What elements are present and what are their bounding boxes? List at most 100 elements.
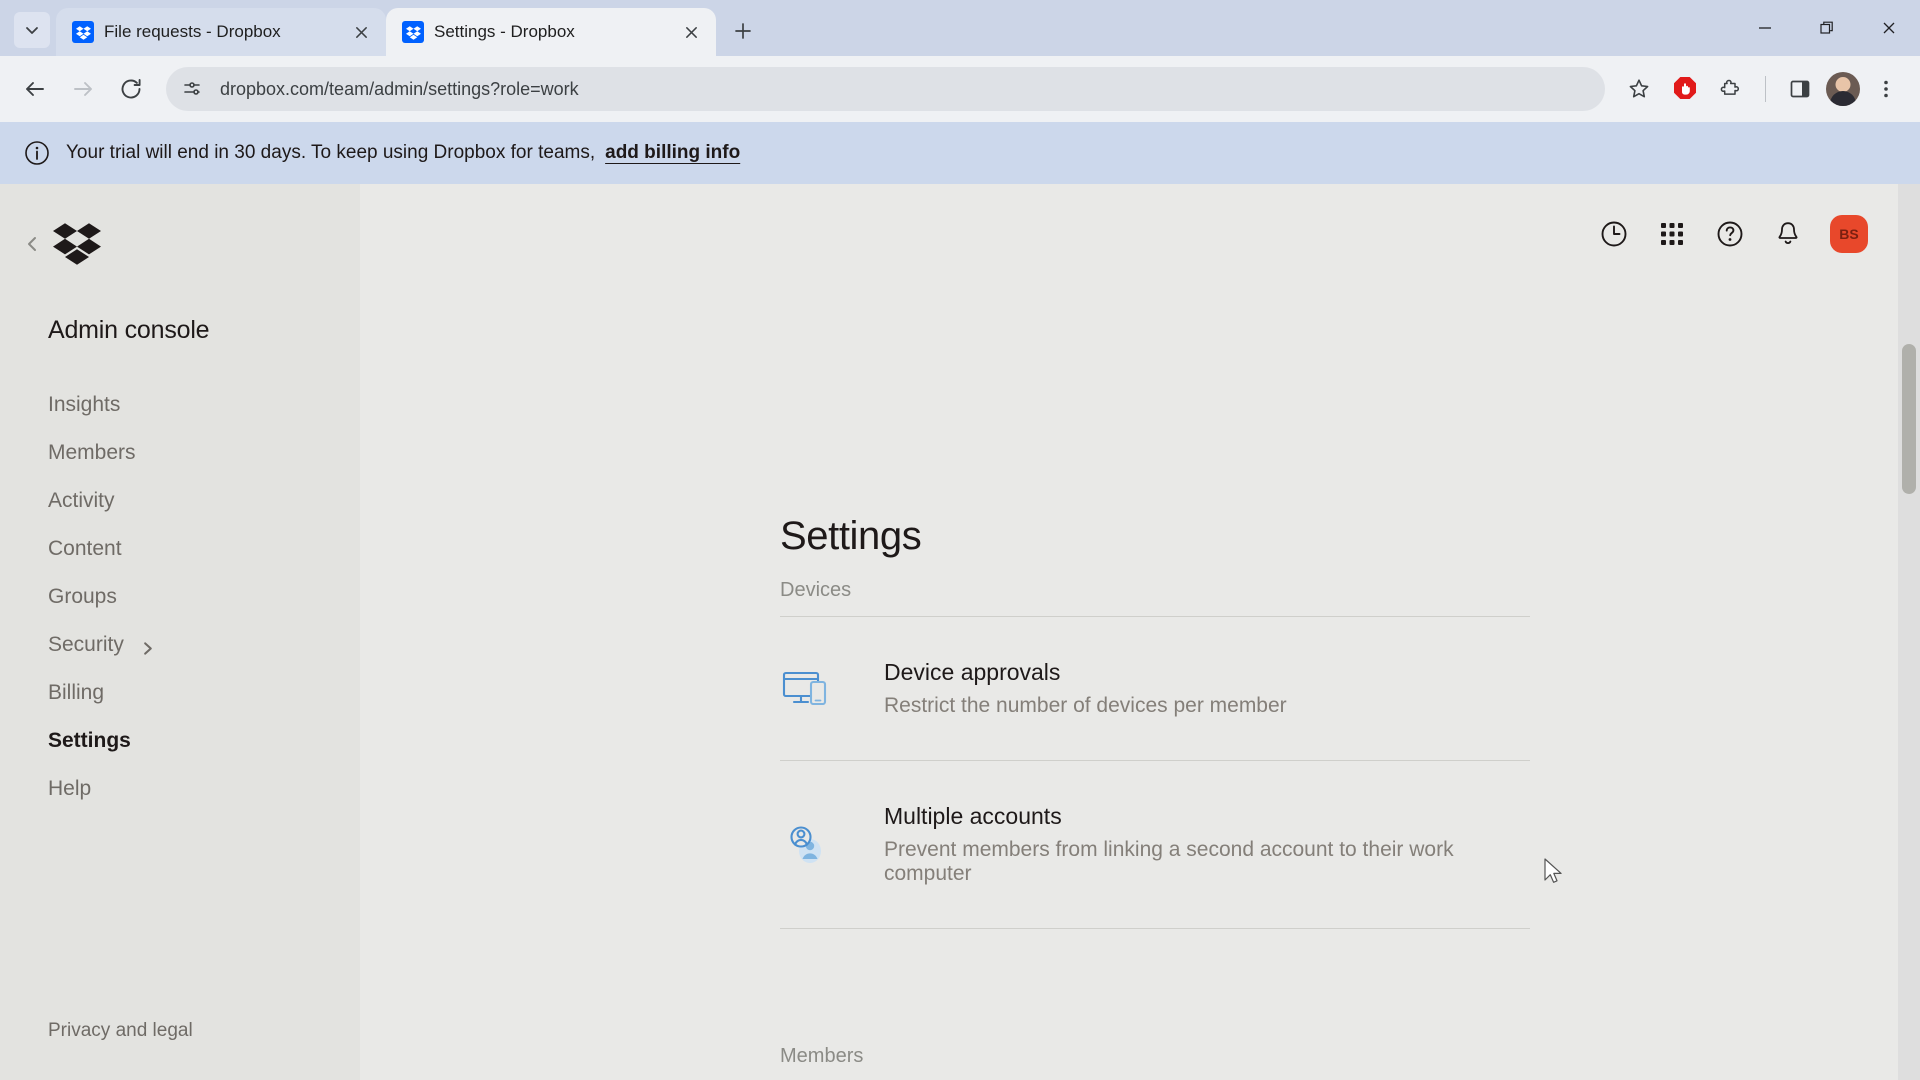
page-title: Settings bbox=[780, 514, 922, 558]
bell-icon[interactable] bbox=[1772, 218, 1804, 250]
sidebar-item-members[interactable]: Members bbox=[0, 429, 360, 477]
tab-file-requests[interactable]: File requests - Dropbox bbox=[56, 8, 386, 56]
dropbox-logo[interactable] bbox=[52, 222, 102, 266]
forward-button[interactable] bbox=[62, 68, 104, 110]
extensions-button[interactable] bbox=[1711, 69, 1751, 109]
sidebar-logo-row bbox=[0, 212, 360, 276]
back-button[interactable] bbox=[14, 68, 56, 110]
sidebar-item-security[interactable]: Security bbox=[0, 621, 360, 669]
tab-settings[interactable]: Settings - Dropbox bbox=[386, 8, 716, 56]
tab-title: File requests - Dropbox bbox=[104, 22, 281, 41]
sidebar-item-label: Insights bbox=[48, 393, 121, 416]
sidebar-item-insights[interactable]: Insights bbox=[0, 381, 360, 429]
help-circle-icon[interactable] bbox=[1714, 218, 1746, 250]
sidebar-item-label: Content bbox=[48, 537, 122, 560]
info-circle-icon bbox=[24, 140, 50, 166]
setting-title: Multiple accounts bbox=[884, 803, 1062, 829]
setting-description: Restrict the number of devices per membe… bbox=[884, 694, 1287, 717]
monitor-phone-icon bbox=[780, 662, 834, 716]
close-icon bbox=[1883, 22, 1895, 34]
tab-strip: File requests - Dropbox Settings - Dropb… bbox=[0, 0, 1920, 56]
sidebar-item-content[interactable]: Content bbox=[0, 525, 360, 573]
sidebar-item-billing[interactable]: Billing bbox=[0, 669, 360, 717]
maximize-button[interactable] bbox=[1796, 0, 1858, 56]
sidebar-item-label: Groups bbox=[48, 585, 117, 608]
minimize-button[interactable] bbox=[1734, 0, 1796, 56]
address-bar[interactable]: dropbox.com/team/admin/settings?role=wor… bbox=[166, 67, 1605, 111]
chrome-menu-button[interactable] bbox=[1866, 69, 1906, 109]
chevron-right-icon bbox=[140, 638, 155, 655]
chevron-down-icon bbox=[26, 27, 38, 34]
sidebar-item-label: Settings bbox=[48, 729, 131, 752]
section-label: Devices bbox=[780, 579, 852, 601]
content-header: BS bbox=[360, 184, 1920, 284]
sidebar-item-label: Members bbox=[48, 441, 136, 464]
scrollbar-thumb[interactable] bbox=[1902, 344, 1916, 494]
sidebar-item-label: Billing bbox=[48, 681, 105, 704]
setting-title: Device approvals bbox=[884, 659, 1061, 685]
clock-icon[interactable] bbox=[1598, 218, 1630, 250]
forward-arrow-icon bbox=[74, 82, 92, 96]
setting-row-text: Multiple accounts Prevent members from l… bbox=[884, 803, 1530, 886]
settings-scroll-area: Devices Device approvals Restrict the nu… bbox=[360, 579, 1920, 1080]
close-icon[interactable] bbox=[678, 19, 704, 45]
sidebar-item-groups[interactable]: Groups bbox=[0, 573, 360, 621]
toolbar-divider bbox=[1765, 76, 1766, 102]
sidebar: Admin console Insights Members Activity … bbox=[0, 184, 360, 1080]
plus-icon bbox=[735, 23, 751, 39]
side-panel-button[interactable] bbox=[1780, 69, 1820, 109]
adblock-icon bbox=[1674, 77, 1696, 99]
sidebar-item-activity[interactable]: Activity bbox=[0, 477, 360, 525]
setting-row-text: Device approvals Restrict the number of … bbox=[884, 659, 1287, 718]
setting-row-device-approvals[interactable]: Device approvals Restrict the number of … bbox=[780, 617, 1530, 761]
sidebar-item-label: Security bbox=[48, 633, 124, 656]
puzzle-piece-icon bbox=[1720, 79, 1740, 95]
page-scrollbar[interactable] bbox=[1898, 184, 1920, 1080]
dropbox-favicon bbox=[402, 21, 424, 43]
privacy-and-legal-link[interactable]: Privacy and legal bbox=[0, 1020, 360, 1042]
browser-window: File requests - Dropbox Settings - Dropb… bbox=[0, 0, 1920, 1080]
reload-icon bbox=[121, 79, 141, 99]
admin-console-title: Admin console bbox=[48, 316, 210, 344]
window-controls bbox=[1734, 0, 1920, 56]
section-members: Members M bbox=[360, 1045, 1920, 1080]
reload-button[interactable] bbox=[110, 68, 152, 110]
close-icon[interactable] bbox=[348, 19, 374, 45]
adblock-button[interactable] bbox=[1665, 69, 1705, 109]
sidebar-item-label: Activity bbox=[48, 489, 115, 512]
bookmark-button[interactable] bbox=[1619, 69, 1659, 109]
section-devices: Devices Device approvals Restrict the nu… bbox=[360, 579, 1920, 929]
trial-banner-text: Your trial will end in 30 days. To keep … bbox=[66, 142, 740, 164]
setting-description: Prevent members from linking a second ac… bbox=[884, 838, 1454, 885]
sidebar-item-label: Help bbox=[48, 777, 92, 800]
sidebar-item-help[interactable]: Help bbox=[0, 765, 360, 813]
url-text: dropbox.com/team/admin/settings?role=wor… bbox=[220, 78, 579, 99]
section-label: Members bbox=[780, 1045, 864, 1067]
side-panel-icon bbox=[1790, 80, 1810, 98]
star-icon bbox=[1629, 79, 1649, 98]
close-window-button[interactable] bbox=[1858, 0, 1920, 56]
add-billing-info-link[interactable]: add billing info bbox=[605, 142, 740, 164]
browser-toolbar: dropbox.com/team/admin/settings?role=wor… bbox=[0, 56, 1920, 122]
dropbox-favicon bbox=[72, 21, 94, 43]
tab-search-button[interactable] bbox=[14, 12, 50, 48]
restore-icon bbox=[1820, 21, 1833, 34]
trial-banner: Your trial will end in 30 days. To keep … bbox=[0, 122, 1920, 184]
back-arrow-icon bbox=[26, 82, 44, 96]
tab-title: Settings - Dropbox bbox=[434, 22, 575, 41]
profile-avatar[interactable] bbox=[1826, 72, 1860, 106]
app-grid-icon[interactable] bbox=[1656, 218, 1688, 250]
trial-message: Your trial will end in 30 days. To keep … bbox=[66, 142, 596, 163]
dropbox-admin-page: Admin console Insights Members Activity … bbox=[0, 184, 1920, 1080]
chevron-left-icon[interactable] bbox=[22, 234, 42, 254]
sidebar-nav: Insights Members Activity Content Groups… bbox=[0, 381, 360, 813]
sidebar-item-settings[interactable]: Settings bbox=[0, 717, 360, 765]
new-tab-button[interactable] bbox=[724, 12, 762, 50]
setting-row-multiple-accounts[interactable]: Multiple accounts Prevent members from l… bbox=[780, 761, 1530, 929]
tune-icon[interactable] bbox=[176, 73, 208, 105]
main-content: BS Settings Devices Device approvals Res… bbox=[360, 184, 1920, 1080]
user-avatar[interactable]: BS bbox=[1830, 215, 1868, 253]
two-persons-icon bbox=[780, 818, 834, 872]
three-dot-menu-icon bbox=[1884, 80, 1888, 98]
